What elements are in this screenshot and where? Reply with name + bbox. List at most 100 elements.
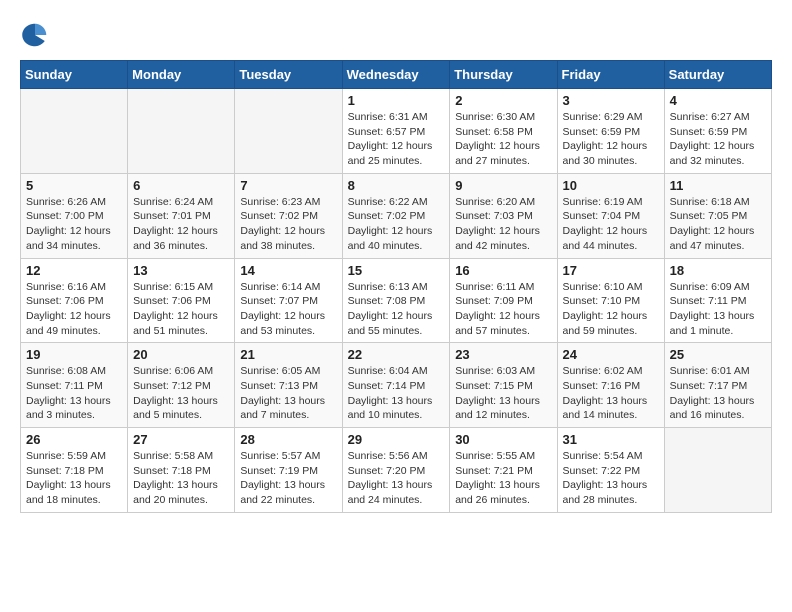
calendar-week-row: 5 Sunrise: 6:26 AM Sunset: 7:00 PM Daylig… [21, 173, 772, 258]
day-info: Sunrise: 6:23 AM Sunset: 7:02 PM Dayligh… [240, 195, 336, 254]
calendar-cell: 28 Sunrise: 5:57 AM Sunset: 7:19 PM Dayli… [235, 428, 342, 513]
day-info: Sunrise: 6:26 AM Sunset: 7:00 PM Dayligh… [26, 195, 122, 254]
calendar-header-row: SundayMondayTuesdayWednesdayThursdayFrid… [21, 61, 772, 89]
day-number: 31 [563, 432, 659, 447]
day-number: 11 [670, 178, 766, 193]
day-info: Sunrise: 5:54 AM Sunset: 7:22 PM Dayligh… [563, 449, 659, 508]
day-number: 12 [26, 263, 122, 278]
day-number: 26 [26, 432, 122, 447]
day-number: 2 [455, 93, 551, 108]
calendar-week-row: 12 Sunrise: 6:16 AM Sunset: 7:06 PM Dayli… [21, 258, 772, 343]
col-header-monday: Monday [128, 61, 235, 89]
col-header-thursday: Thursday [450, 61, 557, 89]
calendar-cell: 15 Sunrise: 6:13 AM Sunset: 7:08 PM Dayli… [342, 258, 450, 343]
day-number: 17 [563, 263, 659, 278]
day-number: 1 [348, 93, 445, 108]
day-info: Sunrise: 6:05 AM Sunset: 7:13 PM Dayligh… [240, 364, 336, 423]
col-header-sunday: Sunday [21, 61, 128, 89]
day-number: 19 [26, 347, 122, 362]
day-info: Sunrise: 6:22 AM Sunset: 7:02 PM Dayligh… [348, 195, 445, 254]
day-number: 23 [455, 347, 551, 362]
day-number: 28 [240, 432, 336, 447]
calendar-cell: 8 Sunrise: 6:22 AM Sunset: 7:02 PM Daylig… [342, 173, 450, 258]
calendar-cell: 17 Sunrise: 6:10 AM Sunset: 7:10 PM Dayli… [557, 258, 664, 343]
day-info: Sunrise: 6:16 AM Sunset: 7:06 PM Dayligh… [26, 280, 122, 339]
day-info: Sunrise: 6:08 AM Sunset: 7:11 PM Dayligh… [26, 364, 122, 423]
day-info: Sunrise: 5:57 AM Sunset: 7:19 PM Dayligh… [240, 449, 336, 508]
day-info: Sunrise: 6:09 AM Sunset: 7:11 PM Dayligh… [670, 280, 766, 339]
day-number: 18 [670, 263, 766, 278]
calendar-cell: 5 Sunrise: 6:26 AM Sunset: 7:00 PM Daylig… [21, 173, 128, 258]
calendar-cell: 4 Sunrise: 6:27 AM Sunset: 6:59 PM Daylig… [664, 89, 771, 174]
calendar-cell [21, 89, 128, 174]
day-number: 15 [348, 263, 445, 278]
calendar-cell: 30 Sunrise: 5:55 AM Sunset: 7:21 PM Dayli… [450, 428, 557, 513]
day-info: Sunrise: 5:58 AM Sunset: 7:18 PM Dayligh… [133, 449, 229, 508]
day-number: 9 [455, 178, 551, 193]
day-info: Sunrise: 6:14 AM Sunset: 7:07 PM Dayligh… [240, 280, 336, 339]
calendar-cell: 3 Sunrise: 6:29 AM Sunset: 6:59 PM Daylig… [557, 89, 664, 174]
day-number: 29 [348, 432, 445, 447]
day-info: Sunrise: 6:15 AM Sunset: 7:06 PM Dayligh… [133, 280, 229, 339]
day-number: 16 [455, 263, 551, 278]
day-info: Sunrise: 5:55 AM Sunset: 7:21 PM Dayligh… [455, 449, 551, 508]
calendar-week-row: 1Sunrise: 6:31 AM Sunset: 6:57 PM Daylig… [21, 89, 772, 174]
day-info: Sunrise: 6:04 AM Sunset: 7:14 PM Dayligh… [348, 364, 445, 423]
day-info: Sunrise: 6:06 AM Sunset: 7:12 PM Dayligh… [133, 364, 229, 423]
col-header-saturday: Saturday [664, 61, 771, 89]
day-number: 27 [133, 432, 229, 447]
day-info: Sunrise: 5:56 AM Sunset: 7:20 PM Dayligh… [348, 449, 445, 508]
calendar-cell: 9 Sunrise: 6:20 AM Sunset: 7:03 PM Daylig… [450, 173, 557, 258]
calendar-cell: 23Sunrise: 6:03 AM Sunset: 7:15 PM Dayli… [450, 343, 557, 428]
day-info: Sunrise: 6:20 AM Sunset: 7:03 PM Dayligh… [455, 195, 551, 254]
header [20, 20, 772, 50]
day-info: Sunrise: 6:27 AM Sunset: 6:59 PM Dayligh… [670, 110, 766, 169]
logo [20, 20, 54, 50]
calendar-cell: 20 Sunrise: 6:06 AM Sunset: 7:12 PM Dayli… [128, 343, 235, 428]
calendar-cell: 14 Sunrise: 6:14 AM Sunset: 7:07 PM Dayli… [235, 258, 342, 343]
calendar-cell: 11Sunrise: 6:18 AM Sunset: 7:05 PM Dayli… [664, 173, 771, 258]
day-number: 10 [563, 178, 659, 193]
day-number: 25 [670, 347, 766, 362]
day-info: Sunrise: 6:11 AM Sunset: 7:09 PM Dayligh… [455, 280, 551, 339]
logo-icon [20, 20, 50, 50]
day-number: 4 [670, 93, 766, 108]
day-number: 14 [240, 263, 336, 278]
calendar-cell [235, 89, 342, 174]
calendar-week-row: 19 Sunrise: 6:08 AM Sunset: 7:11 PM Dayli… [21, 343, 772, 428]
calendar-cell: 22Sunrise: 6:04 AM Sunset: 7:14 PM Dayli… [342, 343, 450, 428]
day-number: 3 [563, 93, 659, 108]
calendar-cell: 2Sunrise: 6:30 AM Sunset: 6:58 PM Daylig… [450, 89, 557, 174]
day-info: Sunrise: 6:02 AM Sunset: 7:16 PM Dayligh… [563, 364, 659, 423]
calendar-table: SundayMondayTuesdayWednesdayThursdayFrid… [20, 60, 772, 513]
day-number: 5 [26, 178, 122, 193]
day-number: 20 [133, 347, 229, 362]
calendar-cell: 29 Sunrise: 5:56 AM Sunset: 7:20 PM Dayli… [342, 428, 450, 513]
col-header-tuesday: Tuesday [235, 61, 342, 89]
col-header-friday: Friday [557, 61, 664, 89]
day-number: 6 [133, 178, 229, 193]
day-number: 13 [133, 263, 229, 278]
calendar-cell: 26 Sunrise: 5:59 AM Sunset: 7:18 PM Dayli… [21, 428, 128, 513]
day-info: Sunrise: 6:10 AM Sunset: 7:10 PM Dayligh… [563, 280, 659, 339]
calendar-cell: 10Sunrise: 6:19 AM Sunset: 7:04 PM Dayli… [557, 173, 664, 258]
calendar-cell: 7 Sunrise: 6:23 AM Sunset: 7:02 PM Daylig… [235, 173, 342, 258]
calendar-cell: 12 Sunrise: 6:16 AM Sunset: 7:06 PM Dayli… [21, 258, 128, 343]
col-header-wednesday: Wednesday [342, 61, 450, 89]
calendar-cell: 1Sunrise: 6:31 AM Sunset: 6:57 PM Daylig… [342, 89, 450, 174]
day-number: 24 [563, 347, 659, 362]
calendar-cell: 16 Sunrise: 6:11 AM Sunset: 7:09 PM Dayli… [450, 258, 557, 343]
day-info: Sunrise: 5:59 AM Sunset: 7:18 PM Dayligh… [26, 449, 122, 508]
calendar-cell: 25Sunrise: 6:01 AM Sunset: 7:17 PM Dayli… [664, 343, 771, 428]
day-number: 21 [240, 347, 336, 362]
day-number: 7 [240, 178, 336, 193]
calendar-cell: 19 Sunrise: 6:08 AM Sunset: 7:11 PM Dayli… [21, 343, 128, 428]
day-info: Sunrise: 6:29 AM Sunset: 6:59 PM Dayligh… [563, 110, 659, 169]
calendar-cell: 6Sunrise: 6:24 AM Sunset: 7:01 PM Daylig… [128, 173, 235, 258]
day-number: 30 [455, 432, 551, 447]
calendar-cell: 18 Sunrise: 6:09 AM Sunset: 7:11 PM Dayli… [664, 258, 771, 343]
day-info: Sunrise: 6:13 AM Sunset: 7:08 PM Dayligh… [348, 280, 445, 339]
calendar-cell: 31 Sunrise: 5:54 AM Sunset: 7:22 PM Dayli… [557, 428, 664, 513]
day-number: 8 [348, 178, 445, 193]
calendar-cell: 24 Sunrise: 6:02 AM Sunset: 7:16 PM Dayli… [557, 343, 664, 428]
